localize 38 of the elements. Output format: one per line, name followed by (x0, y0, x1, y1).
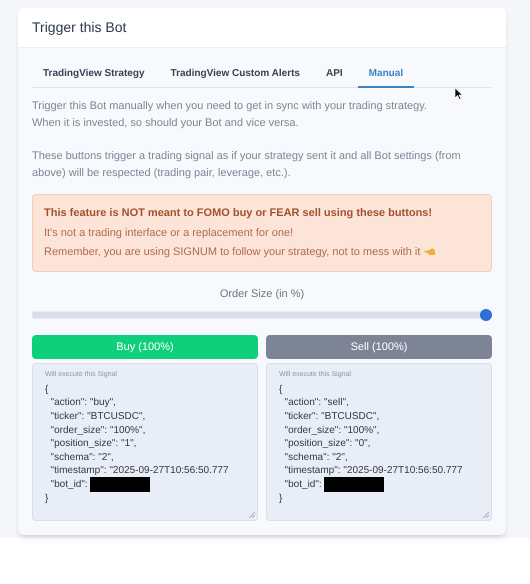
code-line: { (45, 382, 48, 397)
redaction-block (90, 476, 150, 492)
warning-heading: This feature is NOT meant to FOMO buy or FEAR sell using these buttons! (44, 206, 434, 221)
code-line: } (45, 492, 48, 506)
order-size-label: Order Size (in %) (220, 286, 304, 302)
slider-thumb[interactable] (480, 309, 492, 321)
intro-paragraph: These buttons trigger a trading signal as if your strategy sent it and all Bot settings (from above) will be respected (trading pair, leverage, etc.). (32, 149, 462, 181)
card-title: Trigger this Bot (32, 18, 126, 37)
code-line: "bot_id": (50, 478, 89, 492)
code-line: "ticker": "BTCUSDC", (284, 410, 380, 424)
intro-paragraph: Trigger this Bot manually when you need to get in sync with your trading strategy. When it is invested, so should your Bot and vice versa. (32, 99, 428, 131)
code-line: "timestamp": "2025-09-27T10:56:50.777 (284, 464, 463, 478)
code-line: "timestamp": "2025-09-27T10:56:50.777 (50, 464, 229, 478)
tab[interactable]: API (315, 60, 354, 88)
tab[interactable]: TradingView Custom Alerts (160, 60, 311, 88)
code-line: { (279, 382, 282, 397)
code-line: } (279, 492, 282, 506)
cursor-icon (455, 88, 463, 100)
code-line: "schema": "2", (284, 450, 348, 465)
code-line: "order_size": "100%", (50, 424, 146, 438)
code-line: "action": "sell", (284, 396, 349, 410)
code-line: "position_size": "1", (50, 437, 136, 452)
sell-button[interactable]: Sell (100%) (266, 335, 492, 359)
code-line: "schema": "2", (50, 450, 114, 465)
order-size-slider[interactable] (32, 309, 492, 321)
pointing-hand-icon (424, 247, 436, 258)
code-line: "action": "buy", (50, 396, 116, 410)
resize-handle-icon[interactable] (483, 512, 489, 518)
tab[interactable]: Manual (358, 60, 414, 88)
resize-handle-icon[interactable] (249, 512, 255, 518)
code-line: "order_size": "100%", (284, 424, 380, 438)
tab[interactable]: TradingView Strategy (32, 60, 156, 88)
code-line: "position_size": "0", (284, 437, 370, 452)
redaction-block (324, 476, 384, 492)
code-line: "bot_id": (284, 478, 323, 492)
code-line: "ticker": "BTCUSDC", (50, 410, 146, 424)
warning-text: It's not a trading interface or a replacement for one! (44, 226, 294, 240)
warning-text: Remember, you are using SIGNUM to follow your strategy, not to mess with it (44, 245, 420, 260)
